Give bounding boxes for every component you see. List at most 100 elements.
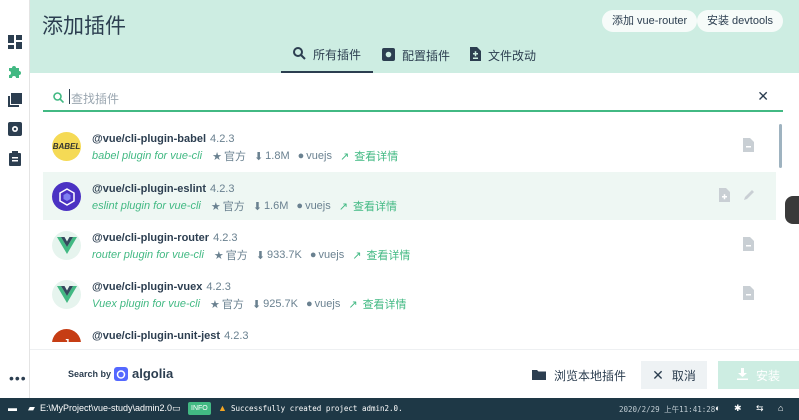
plugin-item-unit-jest[interactable]: J @vue/cli-plugin-unit-jest4.2.3 [43, 319, 776, 342]
search-icon [53, 90, 65, 108]
terminal-icon[interactable]: ▬ [8, 403, 17, 413]
edit-icon[interactable] [743, 188, 757, 204]
plugin-name: @vue/cli-plugin-unit-jest 4.2.3 [92, 330, 249, 342]
search-by-label: Search by [68, 369, 112, 379]
tab-label: 配置插件 [402, 49, 451, 63]
plugin-name: @vue/cli-plugin-router 4.2.3 [92, 232, 238, 244]
download-count: 925.7K [263, 298, 298, 310]
jest-logo: J [52, 329, 81, 342]
official-badge: 官方 [223, 151, 246, 163]
page-header: 添加插件 添加 vue-router 安装 devtools 所有插件 配置插件… [30, 0, 799, 73]
view-details-link[interactable]: 查看详情 [363, 296, 407, 312]
log-message: Successfully created project admin2.0. [231, 404, 403, 413]
vue-logo [52, 231, 81, 260]
open-external-icon: ↗ [352, 249, 362, 262]
tab-configure-plugins[interactable]: 配置插件 [382, 38, 450, 73]
download-count: 933.7K [266, 249, 302, 261]
plugin-meta: router plugin for vue-cli ★ 官方 ⬇ 933.7K ● v… [92, 247, 410, 263]
plugin-search-input[interactable]: 查找插件 ✕ [43, 82, 783, 112]
cancel-label: 取消 [671, 368, 696, 383]
plugin-item-eslint[interactable]: @vue/cli-plugin-eslint 4.2.3 eslint plugi… [43, 172, 776, 220]
install-button[interactable]: 安装 [718, 361, 799, 389]
dashboard-icon[interactable] [7, 34, 23, 50]
plugin-name: @vue/cli-plugin-babel 4.2.3 [92, 133, 235, 145]
plugin-description: Vuex plugin for vue-cli [92, 298, 201, 310]
bug-icon[interactable]: ✱ [734, 403, 742, 414]
install-devtools-button[interactable]: 安装 devtools [697, 10, 784, 32]
folder-icon: ▰ [28, 403, 35, 413]
project-path[interactable]: E:\MyProject\vue-study\admin2.0 [40, 403, 172, 413]
translate-icon[interactable]: ⇆ [756, 403, 764, 414]
star-icon: ★ [213, 249, 224, 262]
star-icon: ★ [210, 298, 220, 311]
dependencies-icon[interactable] [7, 92, 23, 108]
add-vue-router-button[interactable]: 添加 vue-router [602, 10, 698, 32]
search-icon [293, 46, 306, 63]
plugin-version: 4.2.3 [210, 133, 235, 145]
console-icon[interactable]: ▭ [172, 403, 181, 414]
babel-logo: BABEL [52, 132, 81, 161]
page-title: 添加插件 [42, 15, 126, 38]
plugin-item-vuex[interactable]: @vue/cli-plugin-vuex 4.2.3 Vuex plugin fo… [43, 270, 776, 318]
more-icon[interactable]: ••• [9, 370, 27, 386]
side-handle[interactable] [785, 196, 799, 224]
plugin-version: 4.2.3 [206, 281, 231, 293]
install-label: 安装 [755, 368, 780, 383]
status-datetime: 2020/2/29 上午11:41:28 [619, 405, 716, 414]
add-plugin-icon[interactable] [743, 138, 757, 154]
cancel-button[interactable]: ✕ 取消 [641, 361, 707, 389]
browse-local-plugin-button[interactable]: 浏览本地插件 [532, 367, 626, 384]
plugin-meta: Vuex plugin for vue-cli ★ 官方 ⬇ 925.7K ● vue… [92, 296, 407, 312]
plugin-description: babel plugin for vue-cli [92, 150, 203, 162]
plugin-meta: eslint plugin for vue-cli ★ 官方 ⬇ 1.6M ● vue… [92, 198, 397, 214]
official-badge: 官方 [221, 299, 244, 311]
plugin-author: vuejs [305, 200, 331, 212]
tab-label: 所有插件 [313, 48, 362, 62]
plugin-name: @vue/cli-plugin-vuex 4.2.3 [92, 281, 231, 293]
add-plugin-icon[interactable] [719, 188, 733, 204]
view-details-link[interactable]: 查看详情 [354, 148, 398, 164]
search-placeholder: 查找插件 [71, 92, 120, 106]
text-cursor [69, 89, 70, 104]
download-icon: ⬇ [255, 249, 265, 262]
view-details-link[interactable]: 查看详情 [353, 198, 397, 214]
tab-bar: 所有插件 配置插件 文件改动 [30, 38, 799, 73]
view-details-link[interactable]: 查看详情 [366, 247, 410, 263]
star-icon: ★ [210, 200, 221, 213]
home-icon[interactable]: ⌂ [778, 403, 783, 413]
plugin-author: vuejs [314, 298, 341, 310]
plugin-version: 4.2.3 [224, 330, 249, 342]
list-scrollbar[interactable] [779, 124, 782, 168]
configuration-icon[interactable] [7, 121, 23, 137]
plugin-version: 4.2.3 [213, 232, 238, 244]
author-icon: ● [306, 298, 313, 310]
left-sidebar: ••• [0, 0, 30, 398]
tab-all-plugins[interactable]: 所有插件 [281, 38, 374, 73]
add-plugin-icon[interactable] [743, 237, 757, 253]
plugin-item-router[interactable]: @vue/cli-plugin-router 4.2.3 router plugi… [43, 221, 776, 269]
plugin-description: eslint plugin for vue-cli [92, 200, 201, 212]
plugins-icon[interactable] [7, 63, 23, 79]
download-count: 1.6M [263, 200, 289, 212]
download-icon: ⬇ [251, 298, 262, 311]
theme-toggle-icon[interactable]: ◐ [715, 403, 720, 413]
star-icon: ★ [212, 150, 222, 163]
tasks-icon[interactable] [7, 150, 23, 166]
download-icon: ⬇ [252, 200, 262, 213]
open-external-icon: ↗ [338, 200, 348, 213]
plugin-author: vuejs [318, 249, 345, 261]
download-icon: ⬇ [253, 150, 264, 163]
plugin-version: 4.2.3 [210, 183, 235, 195]
tab-label: 文件改动 [488, 49, 537, 63]
plugin-author: vuejs [306, 150, 332, 162]
clear-search-icon[interactable]: ✕ [757, 88, 769, 105]
author-icon: ● [297, 150, 305, 162]
folder-icon [532, 369, 546, 383]
alert-icon: ▲ [218, 403, 227, 413]
gear-icon [382, 47, 395, 64]
plugin-item-babel[interactable]: BABEL @vue/cli-plugin-babel 4.2.3 babel p… [43, 122, 776, 170]
download-count: 1.8M [265, 150, 290, 162]
tab-file-changes[interactable]: 文件改动 [470, 38, 536, 73]
add-plugin-icon[interactable] [743, 286, 757, 302]
author-icon: ● [296, 200, 304, 212]
